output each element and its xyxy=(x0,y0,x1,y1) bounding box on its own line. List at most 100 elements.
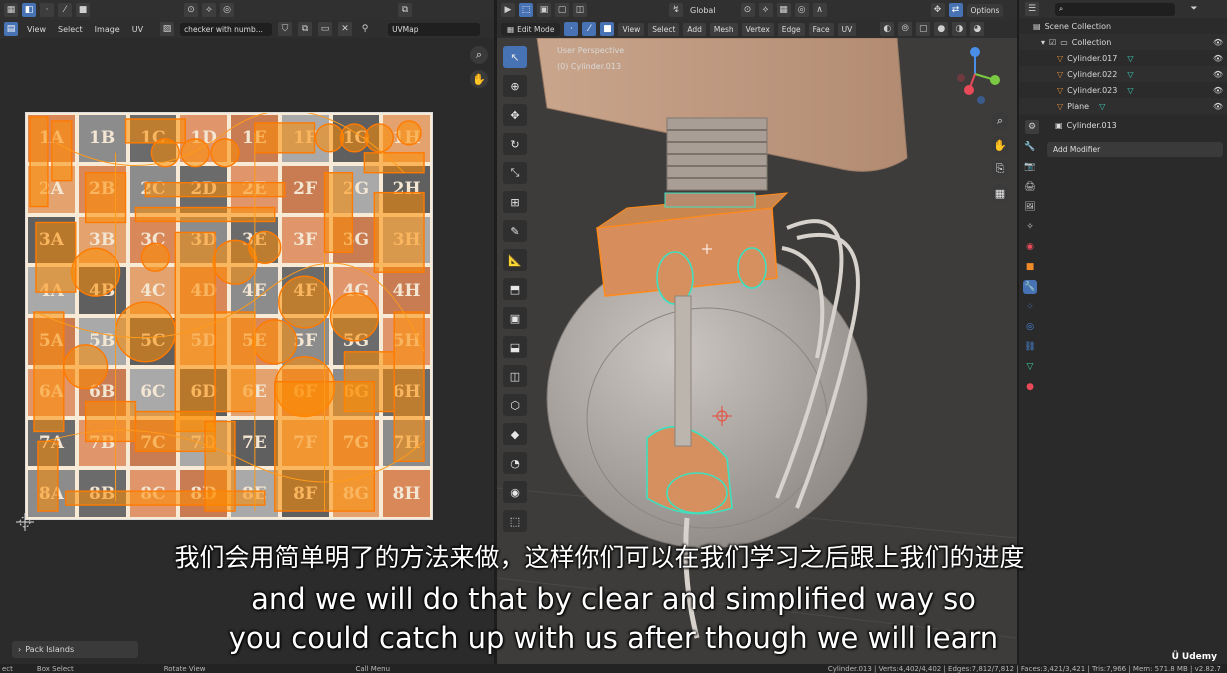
select-invert-icon[interactable]: ◫ xyxy=(573,3,587,17)
menu-image[interactable]: Image xyxy=(92,25,123,34)
transform-tool-icon[interactable]: ⊞ xyxy=(503,191,527,213)
spin-tool-icon[interactable]: ◔ xyxy=(503,452,527,474)
outliner-search-input[interactable]: ⌕ xyxy=(1055,2,1175,16)
snap-target-icon[interactable]: ▦ xyxy=(776,3,791,17)
view-object-types-icon[interactable]: ◐ xyxy=(880,22,895,36)
vertex-select-icon[interactable]: · xyxy=(564,22,579,36)
edge-select-icon[interactable]: ⁄ xyxy=(58,3,72,17)
data-tab-icon[interactable]: ▽ xyxy=(1023,360,1037,374)
pan-hand-icon[interactable]: ✋ xyxy=(470,70,488,88)
menu-vertex[interactable]: Vertex xyxy=(741,22,774,36)
move-tool-icon[interactable]: ✥ xyxy=(503,104,527,126)
pivot-icon[interactable]: ⊙ xyxy=(740,3,755,17)
edge-select-icon[interactable]: ⁄ xyxy=(582,22,597,36)
falloff-icon[interactable]: ∧ xyxy=(812,3,827,17)
options-dropdown[interactable]: Options xyxy=(966,3,1004,17)
camera-icon[interactable]: ⎘ xyxy=(991,160,1009,178)
bevel-tool-icon[interactable]: ⬓ xyxy=(503,336,527,358)
uv-sync-icon[interactable]: ◧ xyxy=(22,3,36,17)
collection-row[interactable]: ▾ ☑ ▭ Collection 👁 xyxy=(1019,34,1227,50)
rendered-shading-icon[interactable]: ◕ xyxy=(970,22,985,36)
zoom-icon[interactable]: ⌕ xyxy=(991,112,1009,130)
orientation-dropdown[interactable]: Global xyxy=(687,6,719,15)
properties-editor-icon[interactable]: ⚙ xyxy=(1025,120,1039,134)
grid-toggle-icon[interactable]: ▦ xyxy=(991,184,1009,202)
knife-tool-icon[interactable]: ⬡ xyxy=(503,394,527,416)
extrude-tool-icon[interactable]: ⬒ xyxy=(503,278,527,300)
2d-cursor-icon[interactable] xyxy=(16,513,34,531)
menu-select[interactable]: Select xyxy=(55,25,86,34)
outliner-object-row[interactable]: ▽ Cylinder.023 ▽ 👁 xyxy=(1019,82,1227,98)
select-extend-icon[interactable]: ▣ xyxy=(537,3,551,17)
annotate-tool-icon[interactable]: ✎ xyxy=(503,220,527,242)
gizmo-icon[interactable]: ✥ xyxy=(930,3,945,17)
particles-tab-icon[interactable]: ⁘ xyxy=(1023,300,1037,314)
outliner-object-row[interactable]: ▽ Cylinder.017 ▽ 👁 xyxy=(1019,50,1227,66)
menu-uv[interactable]: UV xyxy=(837,22,857,36)
menu-view[interactable]: View xyxy=(24,25,49,34)
menu-add[interactable]: Add xyxy=(683,22,706,36)
pin-icon[interactable]: ⚲ xyxy=(358,22,372,36)
menu-view[interactable]: View xyxy=(618,22,645,36)
material-tab-icon[interactable]: ● xyxy=(1023,380,1037,394)
outliner-object-row[interactable]: ▽ Plane ▽ 👁 xyxy=(1019,98,1227,114)
proportional-icon[interactable]: ◎ xyxy=(220,3,234,17)
solid-shading-icon[interactable]: ● xyxy=(934,22,949,36)
world-tab-icon[interactable]: ◉ xyxy=(1023,240,1037,254)
outliner-object-row[interactable]: ▽ Cylinder.022 ▽ 👁 xyxy=(1019,66,1227,82)
unlink-image-icon[interactable]: ✕ xyxy=(338,22,353,36)
fake-user-icon[interactable]: ⛉ xyxy=(278,22,293,36)
open-image-icon[interactable]: ▭ xyxy=(318,22,333,36)
xray-icon[interactable]: ▢ xyxy=(916,22,931,36)
object-tab-icon[interactable]: ■ xyxy=(1023,260,1037,274)
constraints-tab-icon[interactable]: ⛓ xyxy=(1023,340,1037,354)
editor-type-icon[interactable]: ▶ xyxy=(501,3,515,17)
pan-hand-icon[interactable]: ✋ xyxy=(991,136,1009,154)
menu-edge[interactable]: Edge xyxy=(777,22,805,36)
image-name-field[interactable]: checker with numb... xyxy=(180,22,273,36)
filter-icon[interactable]: ⏷ xyxy=(1187,2,1201,16)
snap-icon[interactable]: ⟡ xyxy=(202,3,216,17)
eye-icon[interactable]: 👁 xyxy=(1213,102,1223,111)
select-box-icon[interactable]: ⬚ xyxy=(519,3,533,17)
overlays-icon[interactable]: ⦾ xyxy=(898,22,913,36)
outliner-editor-icon[interactable]: ☰ xyxy=(1025,2,1039,16)
output-tab-icon[interactable]: 🖨 xyxy=(1023,180,1037,194)
cursor-tool-icon[interactable]: ⊕ xyxy=(503,75,527,97)
rotate-tool-icon[interactable]: ↻ xyxy=(503,133,527,155)
mode-icon[interactable]: ▤ xyxy=(4,22,18,36)
uvmap-field[interactable]: UVMap xyxy=(388,22,481,36)
scene-tab-icon[interactable]: ✧ xyxy=(1023,220,1037,234)
menu-face[interactable]: Face xyxy=(808,22,834,36)
physics-tab-icon[interactable]: ◎ xyxy=(1023,320,1037,334)
menu-mesh[interactable]: Mesh xyxy=(709,22,738,36)
modifier-tab-icon[interactable]: 🔧 xyxy=(1023,280,1037,294)
vertex-select-icon[interactable]: · xyxy=(40,3,54,17)
scale-tool-icon[interactable]: ⤡ xyxy=(503,162,527,184)
select-tool-icon[interactable]: ↖ xyxy=(503,46,527,68)
uv-image-canvas[interactable]: 1A1B1C1D1E1F1G1H2A2B2C2D2E2F2G2H3A3B3C3D… xyxy=(25,112,433,520)
editor-type-icon[interactable]: ▦ xyxy=(4,3,18,17)
menu-select[interactable]: Select xyxy=(648,22,680,36)
render-tab-icon[interactable]: 📷 xyxy=(1023,160,1037,174)
transform-gizmo-icon[interactable]: ⇄ xyxy=(948,3,963,17)
eye-icon[interactable]: 👁 xyxy=(1213,86,1223,95)
scene-collection-row[interactable]: ▤ Scene Collection xyxy=(1019,18,1227,34)
select-subtract-icon[interactable]: ▢ xyxy=(555,3,569,17)
poly-build-tool-icon[interactable]: ◆ xyxy=(503,423,527,445)
proportional-icon[interactable]: ◎ xyxy=(794,3,809,17)
zoom-icon[interactable]: ⌕ xyxy=(470,46,488,64)
add-modifier-button[interactable]: Add Modifier xyxy=(1047,142,1223,157)
eye-icon[interactable]: 👁 xyxy=(1213,70,1223,79)
checkbox-icon[interactable]: ☑ xyxy=(1049,38,1056,47)
smooth-tool-icon[interactable]: ◉ xyxy=(503,481,527,503)
menu-uv[interactable]: UV xyxy=(129,25,146,34)
eye-icon[interactable]: 👁 xyxy=(1213,38,1223,47)
pivot-icon[interactable]: ⊙ xyxy=(184,3,198,17)
tool-tab-icon[interactable]: 🔧 xyxy=(1023,140,1037,154)
inset-tool-icon[interactable]: ▣ xyxy=(503,307,527,329)
snap-icon[interactable]: ⟡ xyxy=(758,3,773,17)
edge-slide-tool-icon[interactable]: ⬚ xyxy=(503,510,527,532)
image-browse-icon[interactable]: ▨ xyxy=(160,22,175,36)
measure-tool-icon[interactable]: 📐 xyxy=(503,249,527,271)
